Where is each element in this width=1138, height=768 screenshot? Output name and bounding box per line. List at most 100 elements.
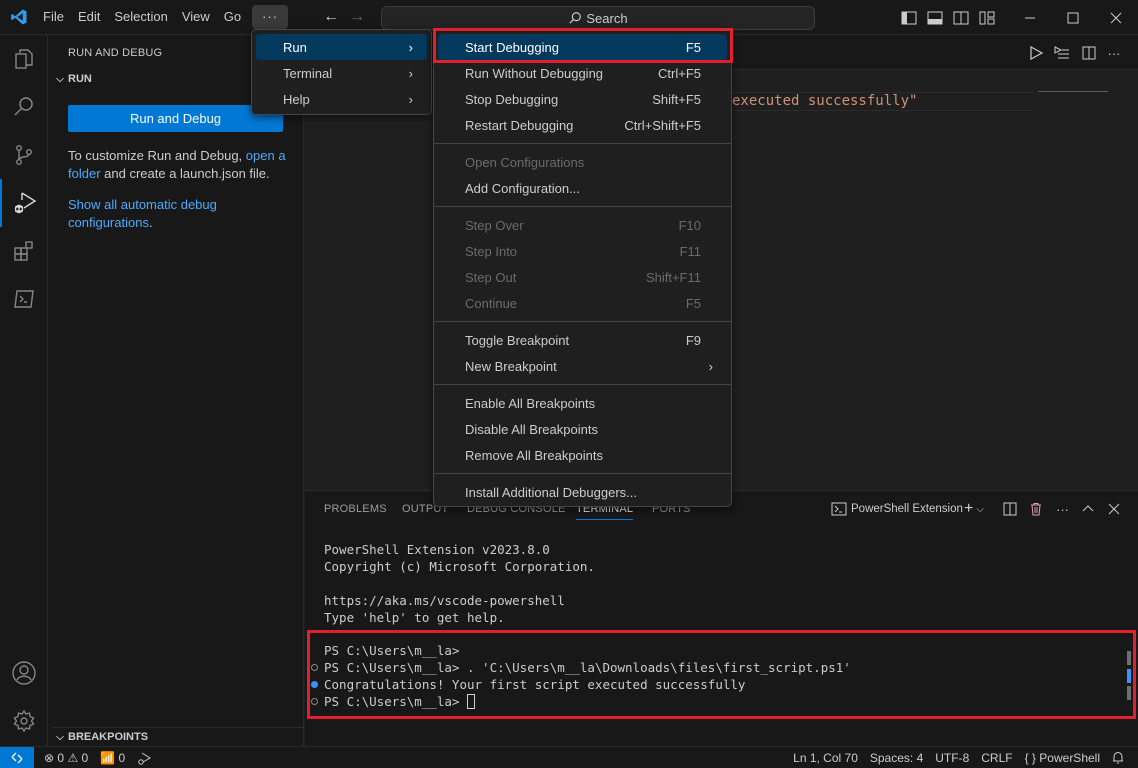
menu-view[interactable]: View [175, 5, 217, 29]
menu-item-label: Help [283, 91, 310, 107]
menu-go[interactable]: Go [217, 5, 248, 29]
minimize-button[interactable] [1007, 0, 1053, 35]
menu-item-shortcut: Ctrl+F5 [658, 65, 701, 81]
show-configs-text: Show all automatic debug configurations. [68, 196, 293, 232]
menu-item-label: Stop Debugging [465, 91, 559, 107]
explorer-icon[interactable] [0, 35, 48, 83]
cursor-position[interactable]: Ln 1, Col 70 [787, 747, 864, 768]
close-panel-icon[interactable] [1108, 499, 1120, 519]
menu-item-help[interactable]: Help › [256, 86, 427, 112]
tab-problems[interactable]: PROBLEMS [324, 503, 387, 515]
menu-item-step-into[interactable]: Step Into F11 [438, 238, 727, 264]
menu-item-label: Step Into [465, 243, 518, 259]
ports-status[interactable]: 📶 0 [94, 747, 131, 768]
menu-item-label: Step Over [465, 217, 524, 233]
more-menus-button[interactable]: ··· [252, 5, 289, 29]
more-actions-icon[interactable]: ··· [1103, 43, 1125, 63]
menu-item-add-configuration[interactable]: Add Configuration... [438, 175, 727, 201]
toggle-primary-sidebar-icon[interactable] [898, 0, 920, 35]
customize-layout-icon[interactable] [976, 0, 998, 35]
more-actions-icon[interactable]: ··· [1056, 499, 1069, 519]
menu-file[interactable]: File [36, 5, 71, 29]
split-terminal-icon[interactable] [1003, 499, 1017, 519]
back-arrow-icon[interactable]: ← [318, 8, 344, 26]
show-all-configs-link-cont[interactable]: configurations [68, 215, 149, 230]
menu-item-run-without-debugging[interactable]: Run Without Debugging Ctrl+F5 [438, 60, 727, 86]
customize-text: To customize Run and Debug, [68, 148, 246, 163]
braces-icon: { } [1024, 750, 1036, 765]
problems-status[interactable]: ⊗ 0 ⚠ 0 [38, 747, 94, 768]
split-editor-icon[interactable] [1078, 43, 1100, 63]
open-folder-link-cont[interactable]: folder [68, 166, 101, 181]
breakpoints-section-header[interactable]: ⌵ BREAKPOINTS [52, 727, 304, 746]
search-icon[interactable] [0, 83, 48, 131]
forward-arrow-icon[interactable]: → [344, 8, 370, 26]
accounts-icon[interactable] [0, 649, 48, 697]
chevron-right-icon: › [408, 39, 413, 55]
menu-edit[interactable]: Edit [71, 5, 107, 29]
menu-item-start-debugging[interactable]: Start Debugging F5 [438, 34, 727, 60]
open-folder-link[interactable]: open a [246, 148, 286, 163]
run-selection-icon[interactable] [1051, 43, 1073, 63]
menu-selection[interactable]: Selection [107, 5, 174, 29]
code-text: executed successfully" [732, 93, 918, 109]
menu-item-restart-debugging[interactable]: Restart Debugging Ctrl+Shift+F5 [438, 112, 727, 138]
toggle-panel-icon[interactable] [924, 0, 946, 35]
warning-icon: ⚠ [67, 750, 79, 765]
menu-item-label: Toggle Breakpoint [465, 332, 570, 348]
menu-item-step-over[interactable]: Step Over F10 [438, 212, 727, 238]
menu-item-label: Start Debugging [465, 39, 559, 55]
new-terminal-icon[interactable]: + ⌵ [964, 499, 984, 519]
extensions-icon[interactable] [0, 227, 48, 275]
menu-item-label: Run Without Debugging [465, 65, 604, 81]
encoding[interactable]: UTF-8 [929, 747, 975, 768]
terminal-name: PowerShell Extension [851, 503, 963, 515]
settings-gear-icon[interactable] [0, 697, 48, 745]
show-all-configs-link[interactable]: Show all automatic debug [68, 197, 217, 212]
menu-separator [434, 321, 731, 322]
search-icon [569, 12, 582, 24]
chevron-down-icon: ⌵ [56, 73, 64, 85]
run-and-debug-icon[interactable] [0, 179, 48, 227]
indentation[interactable]: Spaces: 4 [864, 747, 929, 768]
menu-item-stop-debugging[interactable]: Stop Debugging Shift+F5 [438, 86, 727, 112]
end-of-line[interactable]: CRLF [975, 747, 1018, 768]
remote-indicator-icon[interactable] [0, 746, 34, 768]
menu-item-label: Add Configuration... [465, 180, 580, 196]
language-mode[interactable]: { } PowerShell [1019, 747, 1106, 768]
run-section-label: RUN [68, 73, 92, 85]
menu-item-toggle-breakpoint[interactable]: Toggle Breakpoint F9 [438, 327, 727, 353]
warning-count: 0 [81, 750, 89, 765]
toggle-secondary-sidebar-icon[interactable] [950, 0, 972, 35]
broadcast-icon: 📶 [100, 750, 116, 765]
maximize-button[interactable] [1053, 0, 1093, 35]
language-label: PowerShell [1039, 750, 1100, 765]
menu-item-enable-all-breakpoints[interactable]: Enable All Breakpoints [438, 390, 727, 416]
kill-terminal-trash-icon[interactable] [1029, 499, 1043, 519]
menu-item-terminal[interactable]: Terminal › [256, 60, 427, 86]
terminal-selector[interactable]: PowerShell Extension [831, 499, 963, 519]
menu-item-new-breakpoint[interactable]: New Breakpoint › [438, 353, 727, 379]
customize-help-text: To customize Run and Debug, open a folder… [68, 147, 293, 183]
menu-item-open-configurations[interactable]: Open Configurations [438, 149, 727, 175]
close-window-button[interactable] [1093, 0, 1138, 35]
menu-item-shortcut: F5 [685, 39, 701, 55]
menu-item-remove-all-breakpoints[interactable]: Remove All Breakpoints [438, 442, 727, 468]
menu-item-install-additional-debuggers[interactable]: Install Additional Debuggers... [438, 479, 727, 505]
powershell-icon[interactable] [0, 275, 48, 323]
source-control-icon[interactable] [0, 131, 48, 179]
menu-item-continue[interactable]: Continue F5 [438, 290, 727, 316]
run-file-icon[interactable] [1025, 43, 1047, 63]
status-bar: ⊗ 0 ⚠ 0 📶 0 Ln 1, Col 70 Spaces: 4 UTF-8… [0, 746, 1138, 768]
menu-item-run[interactable]: Run › [256, 34, 427, 60]
terminal-line: PowerShell Extension v2023.8.0 [324, 542, 550, 557]
menu-item-step-out[interactable]: Step Out Shift+F11 [438, 264, 727, 290]
run-section-header[interactable]: ⌵ RUN [52, 73, 92, 85]
notifications-bell-icon[interactable] [1106, 747, 1130, 768]
menu-item-label: Terminal [283, 65, 333, 81]
maximize-panel-chevron-up-icon[interactable] [1082, 499, 1094, 519]
debug-status-icon[interactable] [131, 747, 157, 768]
command-center-search[interactable]: Search [381, 6, 815, 30]
menu-item-disable-all-breakpoints[interactable]: Disable All Breakpoints [438, 416, 727, 442]
menu-item-shortcut: Shift+F5 [652, 91, 701, 107]
